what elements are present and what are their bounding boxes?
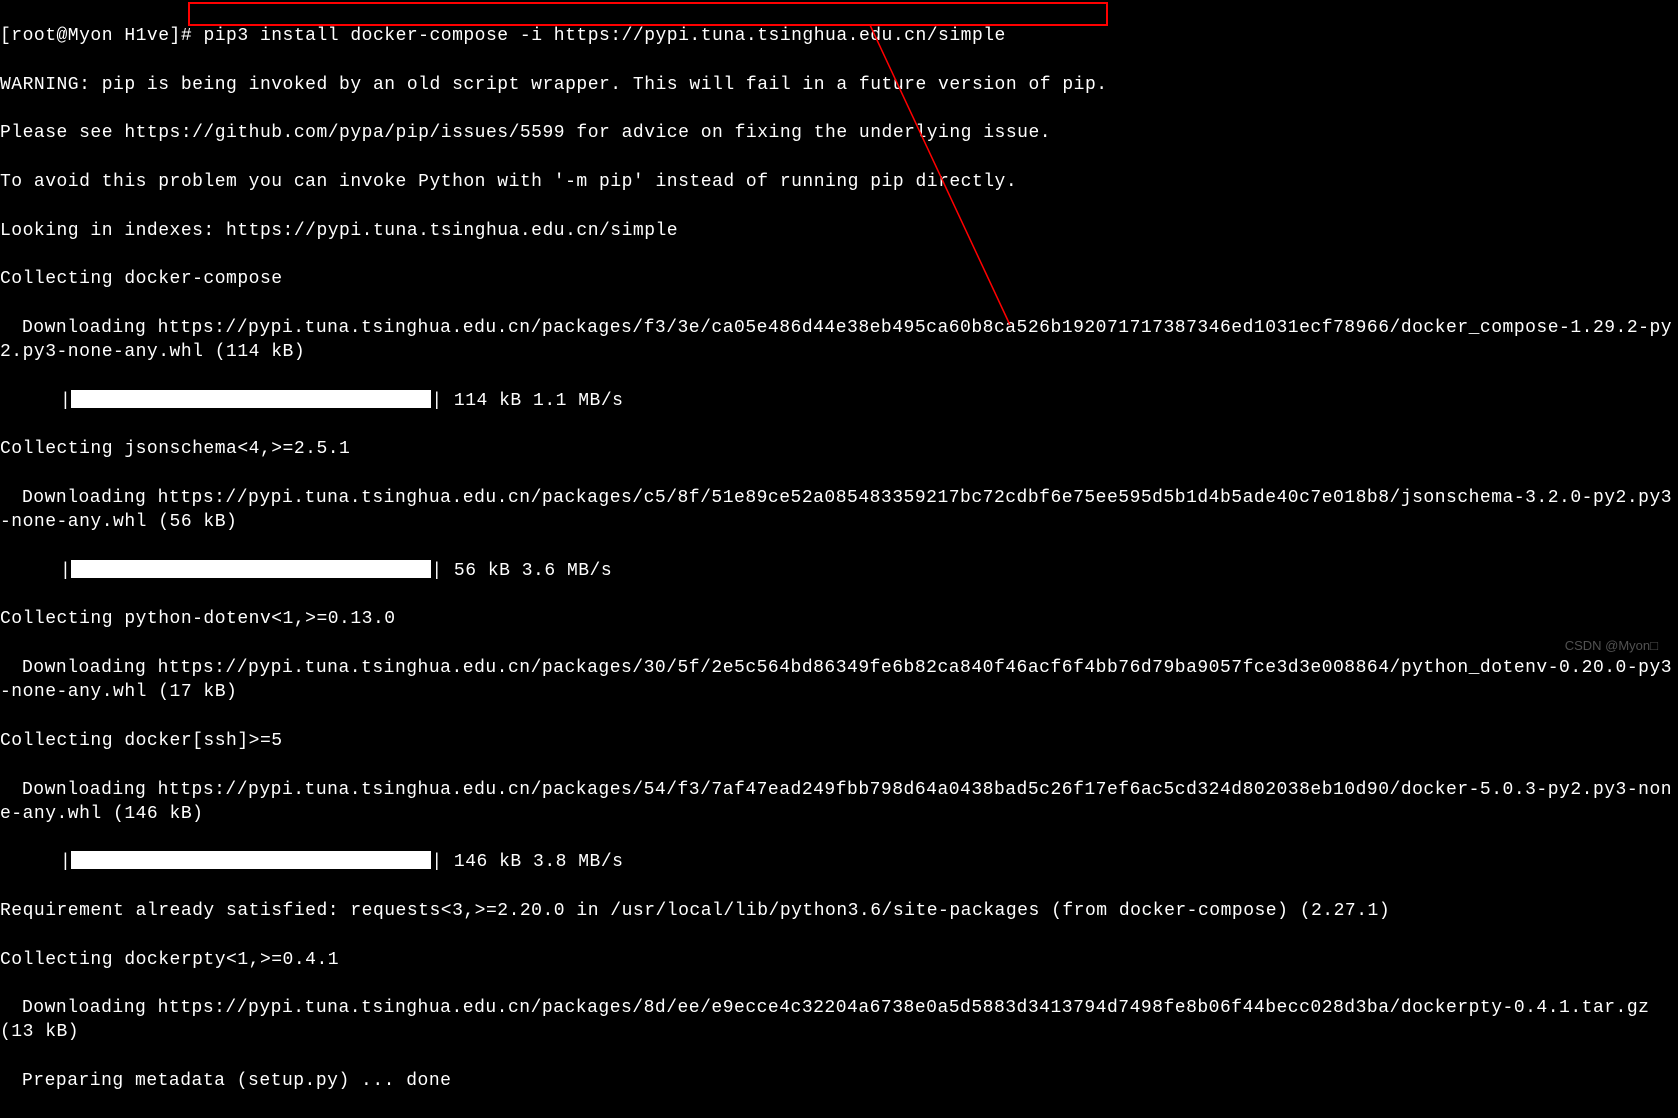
requirement-satisfied: Requirement already satisfied: requests<… <box>0 899 1678 923</box>
preparing-metadata: Preparing metadata (setup.py) ... done <box>0 1069 1678 1093</box>
looking-indexes-line: Looking in indexes: https://pypi.tuna.ts… <box>0 219 1678 243</box>
prompt-prefix: [root@Myon H1ve]# <box>0 26 203 46</box>
progress-bar <box>71 560 431 578</box>
terminal-output: [root@Myon H1ve]# pip3 install docker-co… <box>0 0 1678 1118</box>
warning-line: WARNING: pip is being invoked by an old … <box>0 73 1678 97</box>
avoid-line: To avoid this problem you can invoke Pyt… <box>0 170 1678 194</box>
advice-line: Please see https://github.com/pypa/pip/i… <box>0 121 1678 145</box>
progress-docker: || 146 kB 3.8 MB/s <box>0 850 1678 874</box>
downloading-python-dotenv: Downloading https://pypi.tuna.tsinghua.e… <box>0 656 1678 705</box>
downloading-dockerpty: Downloading https://pypi.tuna.tsinghua.e… <box>0 996 1678 1045</box>
progress-speed: 146 kB 3.8 MB/s <box>443 852 624 872</box>
collecting-docker-compose: Collecting docker-compose <box>0 267 1678 291</box>
prompt-line[interactable]: [root@Myon H1ve]# pip3 install docker-co… <box>0 24 1678 48</box>
progress-jsonschema: || 56 kB 3.6 MB/s <box>0 559 1678 583</box>
collecting-jsonschema: Collecting jsonschema<4,>=2.5.1 <box>0 437 1678 461</box>
downloading-docker: Downloading https://pypi.tuna.tsinghua.e… <box>0 778 1678 827</box>
progress-docker-compose: || 114 kB 1.1 MB/s <box>0 389 1678 413</box>
downloading-jsonschema: Downloading https://pypi.tuna.tsinghua.e… <box>0 486 1678 535</box>
collecting-dockerpty: Collecting dockerpty<1,>=0.4.1 <box>0 948 1678 972</box>
collecting-python-dotenv: Collecting python-dotenv<1,>=0.13.0 <box>0 607 1678 631</box>
progress-speed: 114 kB 1.1 MB/s <box>443 391 624 411</box>
command-text: pip3 install docker-compose -i https://p… <box>203 26 1005 46</box>
collecting-docker-ssh: Collecting docker[ssh]>=5 <box>0 729 1678 753</box>
progress-bar <box>71 390 431 408</box>
progress-speed: 56 kB 3.6 MB/s <box>443 561 613 581</box>
watermark: CSDN @Myon□ <box>1565 637 1658 655</box>
progress-bar <box>71 851 431 869</box>
downloading-docker-compose: Downloading https://pypi.tuna.tsinghua.e… <box>0 316 1678 365</box>
